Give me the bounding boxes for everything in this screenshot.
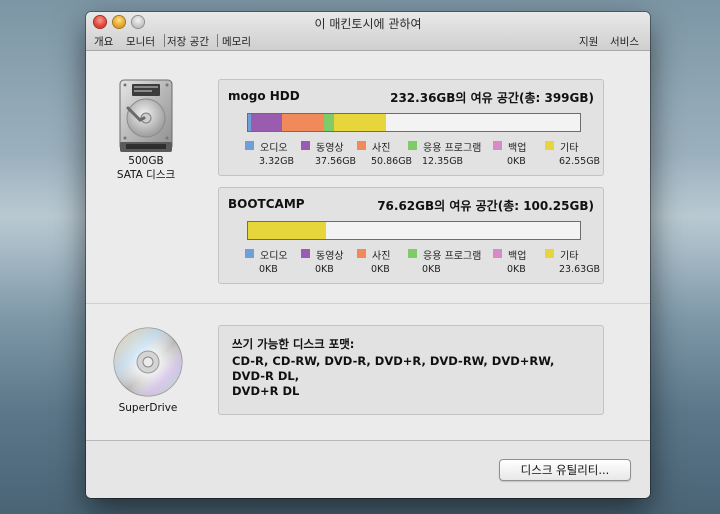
free-space-text: 76.62GB의 여유 공간: [377, 199, 498, 213]
legend-label: 동영상: [316, 143, 344, 154]
legend-label: 사진: [372, 143, 391, 154]
usage-segment-apps: [324, 114, 334, 131]
legend-label: 사진: [372, 251, 391, 262]
total-capacity-text: (총: 100.25GB): [497, 199, 594, 213]
legend-label: 오디오: [260, 251, 288, 262]
total-capacity-text: (총: 399GB): [518, 91, 594, 105]
legend-value: 37.56GB: [315, 156, 357, 167]
legend-label: 기타: [560, 143, 579, 154]
tab-service[interactable]: 서비스: [610, 34, 639, 49]
tab-storage[interactable]: 저장 공간: [167, 34, 209, 49]
formats-list: CD-R, CD-RW, DVD-R, DVD+R, DVD-RW, DVD+R…: [232, 354, 582, 399]
swatch-photos: [357, 141, 366, 150]
usage-segment-other: [248, 222, 326, 239]
legend-value: 3.32GB: [259, 156, 295, 167]
disk-utility-button[interactable]: 디스크 유틸리티...: [499, 459, 631, 481]
usage-segment-movies: [251, 114, 282, 131]
volume-free-space: 232.36GB의 여유 공간(총: 399GB): [390, 89, 594, 106]
tab-memory[interactable]: 메모리: [222, 34, 251, 49]
tab-separator: [217, 34, 218, 47]
swatch-backups: [493, 141, 502, 150]
legend-value: 23.63GB: [559, 264, 601, 275]
tab-overview[interactable]: 개요: [94, 34, 113, 49]
formats-line: CD-R, CD-RW, DVD-R, DVD+R, DVD-RW, DVD+R…: [232, 354, 555, 383]
volume-panel-mogo-hdd: mogo HDD 232.36GB의 여유 공간(총: 399GB) 오디오 3…: [218, 79, 604, 176]
tab-separator: [164, 34, 165, 47]
swatch-movies: [301, 249, 310, 258]
legend-other: 기타 62.55GB: [545, 139, 615, 169]
legend-apps: 응용 프로그램 12.35GB: [408, 139, 482, 169]
window-title: 이 매킨토시에 관하여: [314, 17, 422, 31]
formats-title: 쓰기 가능한 디스크 포맷:: [232, 337, 355, 351]
hdd-label: 500GB SATA 디스크: [86, 154, 206, 182]
legend-value: 12.35GB: [422, 156, 464, 167]
swatch-audio: [245, 141, 254, 150]
hdd-capacity-label: 500GB: [128, 155, 164, 167]
swatch-movies: [301, 141, 310, 150]
free-space-text: 232.36GB의 여유 공간: [390, 91, 519, 105]
formats-panel: 쓰기 가능한 디스크 포맷: CD-R, CD-RW, DVD-R, DVD+R…: [218, 325, 604, 415]
tab-support[interactable]: 지원: [579, 34, 598, 49]
formats-line: DVD+R DL: [232, 384, 300, 398]
legend-value: 62.55GB: [559, 156, 601, 167]
optical-disc-icon: [113, 327, 183, 397]
volume-name: BOOTCAMP: [228, 197, 305, 211]
swatch-audio: [245, 249, 254, 258]
legend-value: 0KB: [259, 264, 278, 275]
swatch-other: [545, 249, 554, 258]
legend-label: 오디오: [260, 143, 288, 154]
usage-bar: [247, 221, 581, 240]
legend-label: 동영상: [316, 251, 344, 262]
usage-segment-other: [334, 114, 386, 131]
volume-name: mogo HDD: [228, 89, 300, 103]
volume-panel-bootcamp: BOOTCAMP 76.62GB의 여유 공간(총: 100.25GB) 오디오…: [218, 187, 604, 284]
title-bar: 이 매킨토시에 관하여 개요 모니터 저장 공간 메모리 지원 서비스: [86, 12, 650, 51]
legend-label: 기타: [560, 251, 579, 262]
about-this-mac-window: 이 매킨토시에 관하여 개요 모니터 저장 공간 메모리 지원 서비스 500G…: [86, 12, 650, 498]
legend-other: 기타 23.63GB: [545, 247, 615, 277]
usage-segment-photos: [282, 114, 324, 131]
legend-value: 0KB: [371, 264, 390, 275]
swatch-other: [545, 141, 554, 150]
legend-value: 0KB: [507, 156, 526, 167]
swatch-backups: [493, 249, 502, 258]
legend-value: 50.86GB: [371, 156, 413, 167]
superdrive-label: SuperDrive: [118, 402, 178, 414]
legend-label: 백업: [508, 143, 527, 154]
swatch-apps: [408, 249, 417, 258]
volume-free-space: 76.62GB의 여유 공간(총: 100.25GB): [377, 197, 594, 214]
usage-bar: [247, 113, 581, 132]
legend-value: 0KB: [507, 264, 526, 275]
legend-label: 백업: [508, 251, 527, 262]
swatch-apps: [408, 141, 417, 150]
tab-displays[interactable]: 모니터: [126, 34, 155, 49]
legend-label: 응용 프로그램: [423, 143, 482, 154]
swatch-photos: [357, 249, 366, 258]
legend-value: 0KB: [315, 264, 334, 275]
legend-label: 응용 프로그램: [423, 251, 482, 262]
legend-apps: 응용 프로그램 0KB: [408, 247, 482, 277]
legend-value: 0KB: [422, 264, 441, 275]
hard-drive-icon: [119, 79, 173, 152]
hdd-type-label: SATA 디스크: [116, 169, 176, 181]
